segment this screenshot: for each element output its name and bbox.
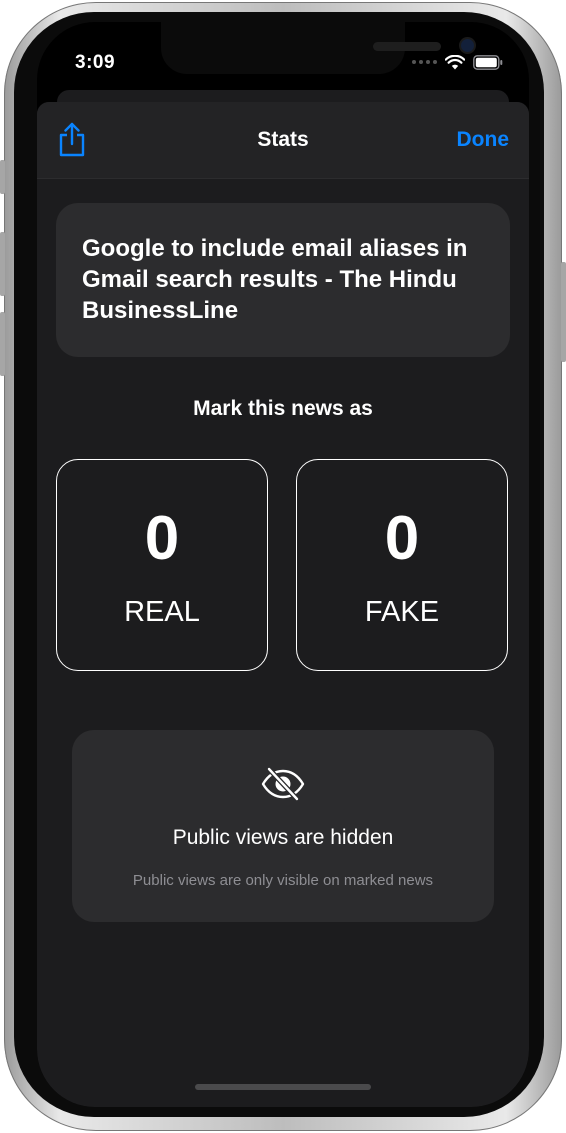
mark-prompt: Mark this news as	[193, 397, 373, 420]
power-button	[561, 262, 566, 362]
mark-fake-button[interactable]: 0 FAKE	[296, 459, 508, 671]
eye-slash-icon	[261, 766, 305, 802]
volume-down-button	[0, 312, 5, 376]
real-count: 0	[144, 504, 180, 573]
wifi-icon	[445, 54, 465, 69]
volume-up-button	[0, 232, 5, 296]
public-views-card: Public views are hidden Public views are…	[72, 730, 494, 922]
silent-switch	[0, 160, 5, 194]
views-hidden-subtitle: Public views are only visible on marked …	[132, 872, 434, 889]
status-time: 3:09	[75, 52, 116, 73]
views-hidden-title: Public views are hidden	[172, 826, 394, 849]
real-label: REAL	[124, 596, 200, 628]
home-indicator[interactable]	[195, 1084, 371, 1090]
signal-icon	[412, 60, 437, 64]
stats-sheet: Stats Done Google to include email alias…	[37, 102, 529, 1107]
notch	[161, 22, 474, 74]
done-button[interactable]: Done	[457, 128, 510, 152]
mark-real-button[interactable]: 0 REAL	[56, 459, 268, 671]
screen: 3:09 Stats Done Google to include email …	[37, 22, 529, 1107]
fake-count: 0	[384, 504, 420, 573]
page-title: Stats	[257, 128, 309, 151]
headline-text: Google to include email aliases in Gmail…	[82, 235, 468, 324]
navigation-bar: Stats Done	[37, 102, 529, 179]
speaker-grille	[373, 42, 441, 51]
status-icons	[412, 54, 503, 70]
battery-icon	[473, 54, 503, 70]
front-camera	[461, 39, 474, 52]
headline-card: Google to include email aliases in Gmail…	[56, 203, 510, 357]
fake-label: FAKE	[364, 596, 440, 628]
